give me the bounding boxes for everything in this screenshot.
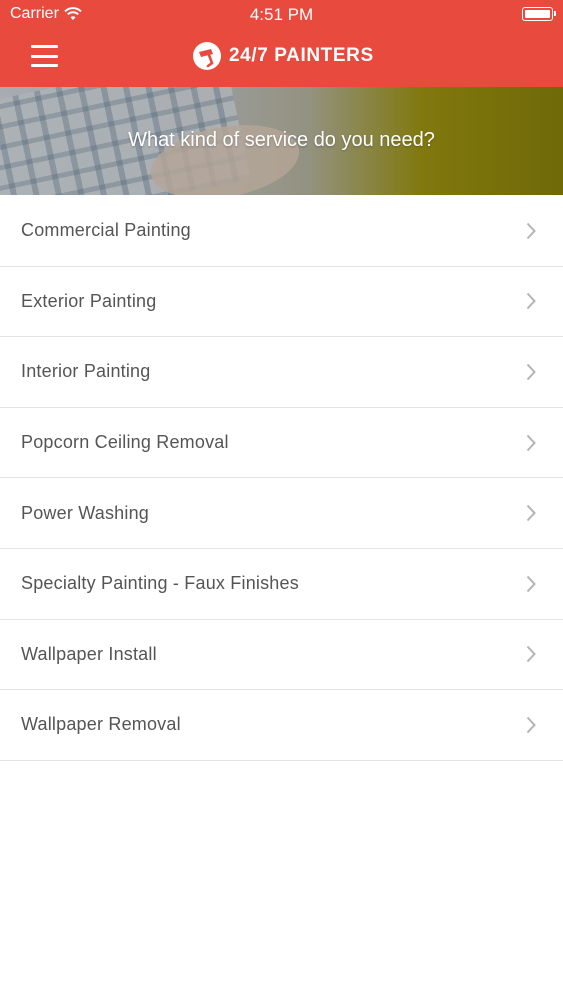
service-item-specialty-painting-faux-finishes[interactable]: Specialty Painting - Faux Finishes xyxy=(0,548,563,620)
hero-title: What kind of service do you need? xyxy=(128,129,435,151)
service-label: Commercial Painting xyxy=(21,220,191,241)
brand-logo[interactable]: 24/7 PAINTERS xyxy=(192,41,374,71)
service-label: Wallpaper Removal xyxy=(21,714,181,735)
chevron-right-icon xyxy=(526,434,536,451)
chevron-right-icon xyxy=(526,575,536,592)
chevron-right-icon xyxy=(526,716,536,734)
battery-full-icon xyxy=(522,7,556,21)
service-item-commercial-painting[interactable]: Commercial Painting xyxy=(0,196,563,267)
navigation-bar: 24/7 PAINTERS xyxy=(0,28,563,87)
service-label: Exterior Painting xyxy=(21,290,157,311)
chevron-right-icon xyxy=(526,646,536,663)
service-item-power-washing[interactable]: Power Washing xyxy=(0,478,563,549)
service-label: Popcorn Ceiling Removal xyxy=(21,432,229,453)
service-label: Wallpaper Install xyxy=(21,643,157,664)
battery-level xyxy=(525,10,550,18)
service-item-exterior-painting[interactable]: Exterior Painting xyxy=(0,266,563,338)
hamburger-menu-icon[interactable] xyxy=(31,45,58,67)
service-list: Commercial Painting Exterior Painting In… xyxy=(0,196,563,761)
service-item-interior-painting[interactable]: Interior Painting xyxy=(0,337,563,408)
chevron-right-icon xyxy=(526,363,536,381)
chevron-right-icon xyxy=(526,293,536,310)
status-bar: Carrier 4:51 PM xyxy=(0,0,563,28)
service-item-wallpaper-removal[interactable]: Wallpaper Removal xyxy=(0,690,563,761)
hero-banner: What kind of service do you need? xyxy=(0,87,563,195)
service-label: Specialty Painting - Faux Finishes xyxy=(21,573,299,594)
service-label: Power Washing xyxy=(21,502,149,523)
chevron-right-icon xyxy=(526,504,536,522)
service-label: Interior Painting xyxy=(21,361,151,382)
service-item-wallpaper-install[interactable]: Wallpaper Install xyxy=(0,619,563,691)
chevron-right-icon xyxy=(526,222,536,239)
paint-roller-logo-icon xyxy=(193,42,221,70)
service-item-popcorn-ceiling-removal[interactable]: Popcorn Ceiling Removal xyxy=(0,407,563,479)
app-header: Carrier 4:51 PM 24/7 PAINTERS xyxy=(0,0,563,87)
status-time: 4:51 PM xyxy=(249,5,314,24)
brand-name: 24/7 PAINTERS xyxy=(229,45,374,66)
